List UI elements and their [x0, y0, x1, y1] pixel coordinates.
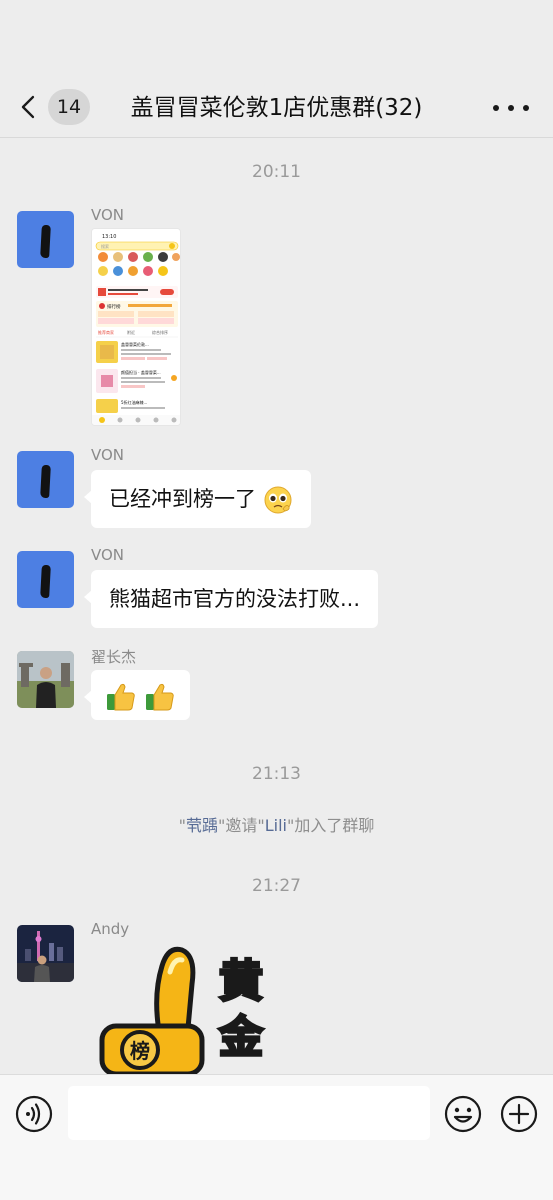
emoji-icon[interactable] — [444, 1095, 482, 1133]
message-bubble[interactable]: 已经冲到榜一了 — [84, 470, 311, 528]
chat-header: 14 盖冒冒菜伦敦1店优惠群(32) — [0, 0, 553, 138]
sticker-badge-text: 榜 — [130, 1039, 150, 1063]
message-bubble[interactable]: 熊猫超市官方的没法打败... — [83, 570, 379, 628]
svg-text:推荐商家: 推荐商家 — [98, 329, 114, 335]
avatar-zhai[interactable] — [17, 651, 74, 708]
avatar-photo — [17, 925, 74, 982]
system-invite-notice: "茕踽"邀请"Lili"加入了群聊 — [178, 816, 375, 835]
golden-thumbs-up-sticker[interactable]: 榜 黄 金 — [96, 944, 296, 1074]
svg-text:5折红油麻辣...: 5折红油麻辣... — [121, 399, 147, 405]
sender-name: 翟长杰 — [91, 648, 137, 666]
avatar-andy[interactable] — [17, 925, 74, 982]
back-button[interactable]: 14 — [18, 86, 90, 128]
more-options-button[interactable] — [493, 96, 529, 120]
timestamp: 21:27 — [252, 876, 301, 896]
avatar-von[interactable] — [17, 451, 74, 508]
thumbs-up-icon — [107, 683, 135, 711]
invitee-nickname[interactable]: Lili — [265, 816, 287, 835]
timestamp: 21:13 — [252, 764, 301, 784]
message-text: 熊猫超市官方的没法打败... — [109, 587, 361, 611]
avatar-von[interactable] — [17, 211, 74, 268]
sender-name: VON — [91, 546, 125, 564]
sender-name: Andy — [91, 920, 130, 938]
avatar-photo — [17, 651, 74, 708]
message-input[interactable] — [68, 1086, 430, 1140]
inviter-nickname[interactable]: 茕踽 — [186, 816, 218, 835]
message-bubble[interactable] — [84, 670, 190, 720]
dot-icon — [493, 105, 499, 111]
plus-icon[interactable] — [500, 1095, 538, 1133]
thumb-status-time: 13:10 — [102, 234, 116, 240]
svg-text:搜索: 搜索 — [101, 243, 109, 249]
app-screenshot-thumbnail: 13:10 搜索 排行榜 推荐商家 附近 综合排序 盖冒冒菜伦敦... 颜值担当… — [92, 229, 180, 425]
message-text: 已经冲到榜一了 — [109, 487, 256, 511]
unread-count-badge[interactable]: 14 — [47, 89, 90, 125]
svg-text:附近: 附近 — [127, 329, 135, 335]
chat-title: 盖冒冒菜伦敦1店优惠群(32) — [130, 95, 423, 121]
thumbs-up-icon — [145, 683, 174, 711]
sender-name: VON — [91, 206, 125, 224]
screenshot-image-message[interactable]: 13:10 搜索 排行榜 推荐商家 附近 综合排序 盖冒冒菜伦敦... 颜值担当… — [91, 228, 181, 426]
svg-text:排行榜: 排行榜 — [107, 303, 121, 310]
dot-icon — [508, 105, 514, 111]
chat-input-bar — [0, 1074, 553, 1200]
sticker-big-text-1: 黄 — [219, 956, 263, 1007]
dot-icon — [523, 105, 529, 111]
voice-icon[interactable] — [15, 1095, 53, 1133]
avatar-von[interactable] — [17, 551, 74, 608]
sticker-big-text-2: 金 — [218, 1012, 264, 1063]
back-chevron-icon — [21, 95, 35, 119]
timestamp: 20:11 — [252, 162, 301, 182]
pleading-face-emoji-icon — [264, 486, 292, 514]
svg-text:综合排序: 综合排序 — [152, 329, 168, 335]
svg-text:盖冒冒菜伦敦...: 盖冒冒菜伦敦... — [121, 341, 149, 347]
sender-name: VON — [91, 446, 125, 464]
svg-text:颜值担当 · 盖冒冒菜...: 颜值担当 · 盖冒冒菜... — [121, 369, 161, 375]
